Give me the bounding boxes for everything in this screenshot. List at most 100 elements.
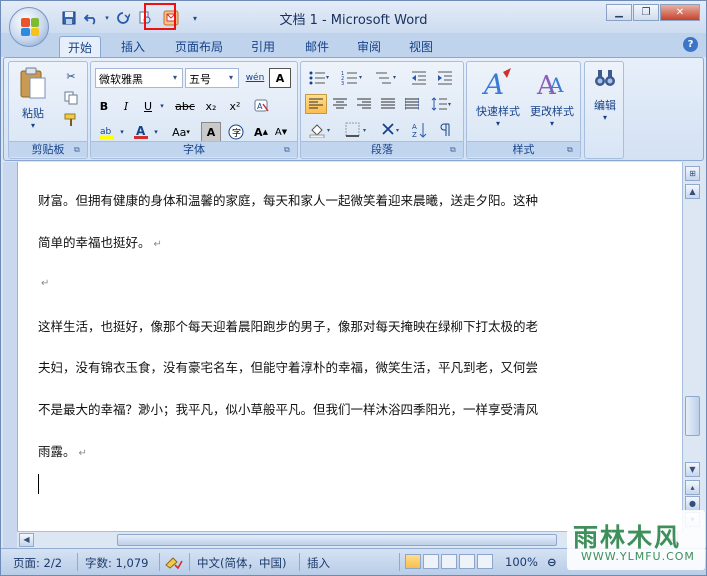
- styles-launcher-icon[interactable]: ⧉: [567, 145, 577, 155]
- quick-styles-button[interactable]: A 快速样式 ▾: [471, 66, 525, 136]
- cut-icon[interactable]: ✂: [61, 66, 81, 86]
- help-icon[interactable]: ?: [683, 37, 698, 52]
- font-name-combo[interactable]: 微软雅黑 ▾: [95, 68, 183, 88]
- horizontal-scroll-thumb[interactable]: [117, 534, 557, 546]
- tab-home[interactable]: 开始: [59, 36, 102, 57]
- justify-icon[interactable]: [377, 94, 399, 114]
- paragraph-mark: ↵: [41, 278, 50, 289]
- strikethrough-button[interactable]: abc: [173, 96, 197, 116]
- full-screen-reading-icon[interactable]: [423, 554, 439, 569]
- highlight-icon[interactable]: ab: [95, 122, 117, 142]
- proofing-icon[interactable]: [165, 555, 183, 572]
- font-color-icon[interactable]: A: [131, 122, 151, 142]
- grow-font-button[interactable]: A ▲: [251, 122, 271, 142]
- tab-insert[interactable]: 插入: [113, 36, 153, 57]
- superscript-button[interactable]: x²: [225, 96, 245, 116]
- word-count[interactable]: 字数: 1,079: [85, 555, 148, 571]
- clipboard-launcher-icon[interactable]: ⧉: [74, 145, 84, 155]
- vertical-scrollbar[interactable]: ⊞ ▲ ▼ ▴ ● ▾: [682, 162, 702, 531]
- align-right-icon[interactable]: [353, 94, 375, 114]
- paragraph-mark: ↵: [78, 448, 87, 459]
- zoom-out-icon[interactable]: ⊖: [547, 555, 557, 569]
- group-clipboard: 粘贴 ▾ ✂ 剪贴板 ⧉: [8, 61, 88, 159]
- doc-line-5: 夫妇，没有锦衣玉食，没有豪宅名车，但能守着淳朴的幸福，微笑生活，平凡到老，又何尝: [38, 357, 538, 376]
- chinese-layout-icon[interactable]: ▾: [377, 120, 407, 140]
- editing-button[interactable]: 编辑 ▾: [587, 66, 623, 136]
- vertical-scroll-thumb[interactable]: [685, 396, 700, 436]
- distributed-icon[interactable]: [401, 94, 423, 114]
- underline-button[interactable]: U: [139, 96, 157, 116]
- svg-text:A: A: [481, 68, 504, 100]
- draft-view-icon[interactable]: [477, 554, 493, 569]
- outline-view-icon[interactable]: [459, 554, 475, 569]
- show-marks-icon[interactable]: [435, 120, 457, 140]
- char-border-button[interactable]: A: [269, 68, 291, 88]
- enclose-char-icon[interactable]: 字: [225, 122, 247, 142]
- bullets-icon[interactable]: ▾: [305, 68, 333, 88]
- subscript-button[interactable]: x₂: [201, 96, 221, 116]
- numbering-icon[interactable]: 1 2 3 ▾: [337, 68, 367, 88]
- prev-page-icon[interactable]: ▴: [685, 480, 700, 495]
- doc-line-3: ↵: [38, 274, 49, 289]
- phonetic-guide-button[interactable]: wén: [243, 68, 267, 88]
- ruler-toggle-icon[interactable]: ⊞: [685, 166, 700, 181]
- multilevel-list-icon[interactable]: ▾: [371, 68, 401, 88]
- paragraph-group-label: 段落: [301, 141, 463, 157]
- paragraph-launcher-icon[interactable]: ⧉: [450, 145, 460, 155]
- browse-object-icon[interactable]: ●: [685, 496, 700, 511]
- zoom-level[interactable]: 100%: [505, 555, 538, 569]
- increase-indent-icon[interactable]: [433, 68, 457, 88]
- svg-text:▾: ▾: [359, 74, 362, 81]
- tab-references[interactable]: 引用: [243, 36, 283, 57]
- align-center-icon[interactable]: [329, 94, 351, 114]
- status-separator: [399, 553, 400, 571]
- tab-page-layout[interactable]: 页面布局: [167, 36, 231, 57]
- line-spacing-icon[interactable]: ▾: [427, 94, 457, 114]
- minimize-button[interactable]: ▁: [606, 4, 632, 21]
- clear-formatting-icon[interactable]: A: [251, 96, 273, 116]
- office-button[interactable]: [9, 7, 49, 47]
- shrink-font-button[interactable]: A ▼: [271, 122, 291, 142]
- italic-button[interactable]: I: [117, 96, 135, 116]
- decrease-indent-icon[interactable]: [407, 68, 431, 88]
- doc-line-6-text: 不是最大的幸福？渺小；我平凡，似小草般平凡。但我们一样沐浴四季阳光，一样享受清风: [38, 402, 539, 417]
- paste-button[interactable]: 粘贴 ▾: [15, 66, 51, 132]
- watermark-logo: 雨林木风 WWW.YLMFU.COM: [567, 510, 705, 570]
- shading-icon[interactable]: ▾: [305, 120, 337, 140]
- font-launcher-icon[interactable]: ⧉: [284, 145, 294, 155]
- bold-button[interactable]: B: [95, 96, 113, 116]
- underline-dropdown-icon[interactable]: ▾: [157, 96, 167, 116]
- scroll-down-icon[interactable]: ▼: [685, 462, 700, 477]
- scroll-left-icon[interactable]: ◀: [19, 533, 34, 547]
- close-button[interactable]: ✕: [660, 4, 700, 21]
- change-styles-button[interactable]: AA 更改样式 ▾: [525, 66, 579, 136]
- page-count[interactable]: 页面: 2/2: [13, 555, 62, 571]
- borders-icon[interactable]: ▾: [341, 120, 373, 140]
- doc-line-7-text: 雨露。: [38, 444, 76, 459]
- font-color-dropdown-icon[interactable]: ▾: [151, 122, 161, 142]
- tab-review[interactable]: 审阅: [349, 36, 389, 57]
- document-page[interactable]: 财富。但拥有健康的身体和温馨的家庭，每天和家人一起微笑着迎来晨曦，送走夕阳。这种…: [17, 162, 682, 531]
- tab-mailings[interactable]: 邮件: [297, 36, 337, 57]
- doc-line-2-text: 简单的幸福也挺好。: [38, 235, 151, 250]
- language-indicator[interactable]: 中文(简体，中国): [197, 555, 286, 571]
- paragraph-mark: ↵: [153, 239, 162, 250]
- tab-view[interactable]: 视图: [401, 36, 441, 57]
- align-left-icon[interactable]: [305, 94, 327, 114]
- change-case-button[interactable]: Aa ▾: [165, 122, 197, 142]
- highlight-dropdown-icon[interactable]: ▾: [117, 122, 127, 142]
- font-size-combo[interactable]: 五号 ▾: [185, 68, 239, 88]
- web-layout-icon[interactable]: [441, 554, 457, 569]
- format-painter-icon[interactable]: [61, 110, 81, 130]
- char-shading-button[interactable]: A: [201, 122, 221, 142]
- maximize-button[interactable]: ❐: [633, 4, 659, 21]
- print-layout-icon[interactable]: [405, 554, 421, 569]
- sort-icon[interactable]: AZ: [409, 120, 431, 140]
- scroll-up-icon[interactable]: ▲: [685, 184, 700, 199]
- svg-text:A: A: [136, 124, 146, 138]
- svg-text:▾: ▾: [327, 127, 330, 134]
- chevron-down-icon: ▾: [172, 73, 177, 82]
- change-styles-icon: AA: [536, 71, 564, 101]
- copy-icon[interactable]: [61, 88, 81, 108]
- insert-mode[interactable]: 插入: [307, 555, 330, 571]
